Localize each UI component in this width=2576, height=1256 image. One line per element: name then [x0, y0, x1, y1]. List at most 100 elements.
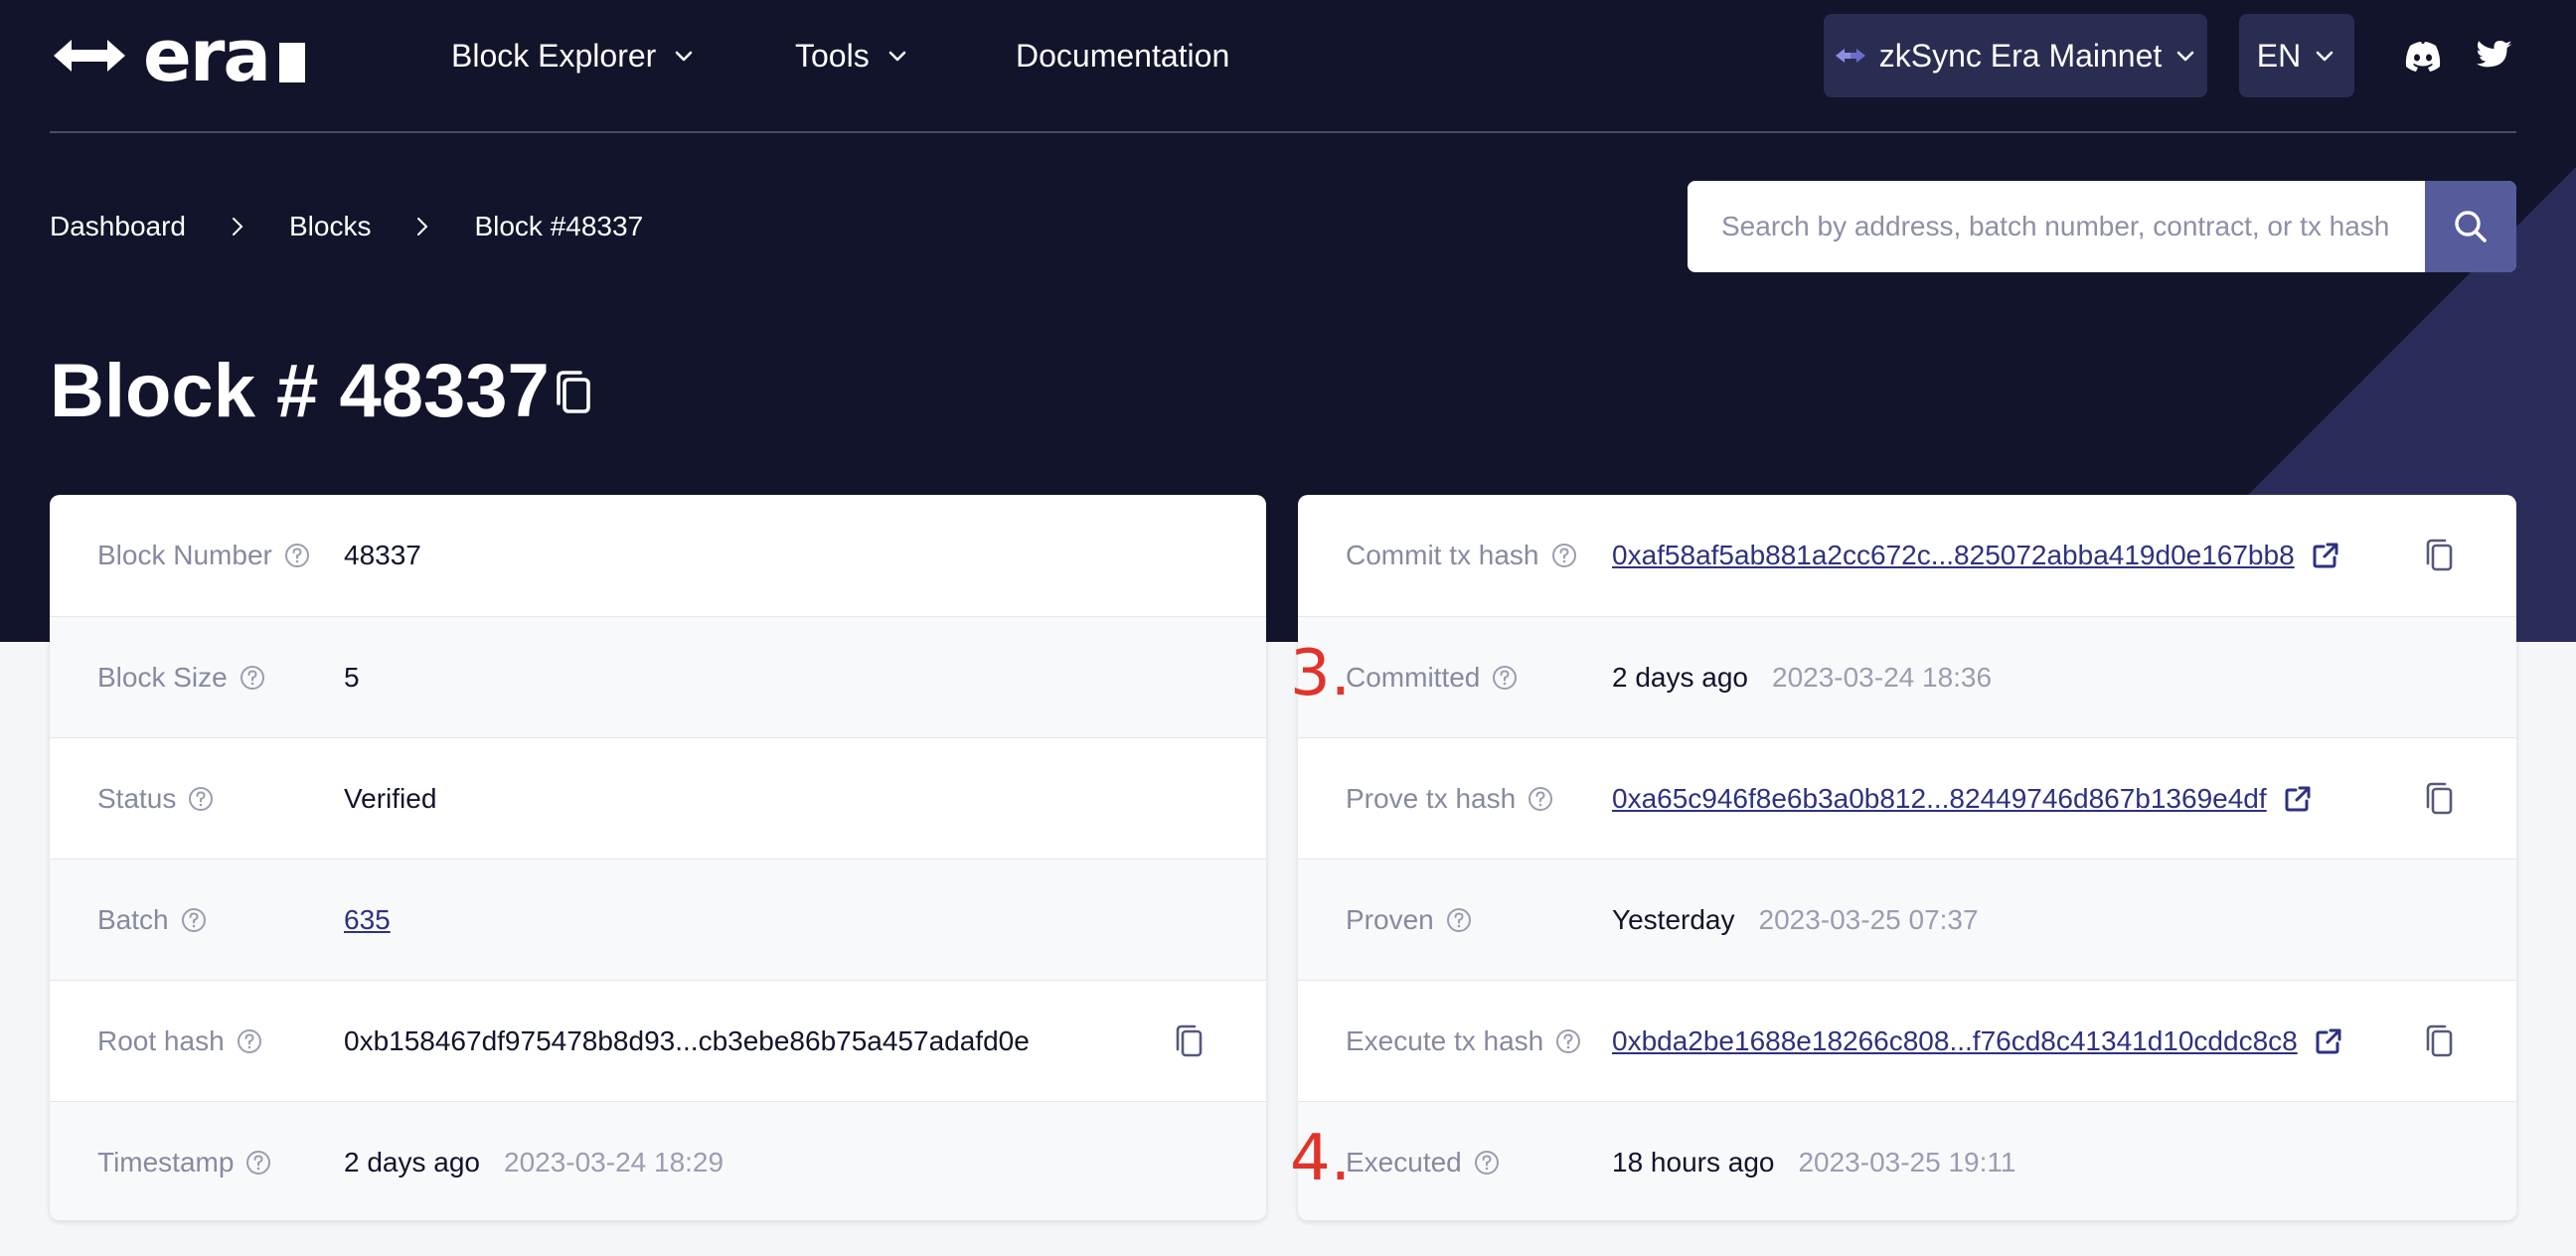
info-row-committed: Committed 2 days ago 2023-03-24 18:36: [1298, 616, 2516, 737]
copy-icon[interactable]: [1173, 1022, 1207, 1060]
row-label: Committed: [1346, 662, 1518, 694]
commit-tx-hash-link[interactable]: 0xaf58af5ab881a2cc672c...825072abba419d0…: [1612, 540, 2295, 571]
copy-icon[interactable]: [2423, 780, 2457, 818]
chevron-down-icon: [888, 51, 906, 62]
discord-icon[interactable]: [2401, 34, 2445, 78]
nav-block-explorer-label: Block Explorer: [451, 37, 657, 74]
info-row-block-number: Block Number 48337: [50, 495, 1266, 616]
executed-relative: 18 hours ago: [1612, 1146, 1775, 1178]
block-number-value: 48337: [344, 540, 421, 570]
batch-link[interactable]: 635: [344, 904, 391, 936]
copy-icon[interactable]: [2423, 537, 2457, 574]
block-info-card: Block Number 48337 Block Size 5 Status V…: [50, 495, 1266, 1220]
row-value: 2 days ago 2023-03-24 18:29: [344, 1147, 724, 1178]
search-bar: [1688, 181, 2516, 272]
breadcrumb-current-block: Block #48337: [474, 211, 644, 241]
row-value: 0xbda2be1688e18266c808...f76cd8c41341d10…: [1612, 1025, 2343, 1057]
info-row-status: Status Verified: [50, 737, 1266, 859]
timestamp-relative: 2 days ago: [344, 1146, 480, 1178]
chevron-down-icon: [675, 51, 693, 62]
help-icon[interactable]: [245, 1150, 271, 1176]
search-input[interactable]: [1688, 181, 2425, 272]
label-text: Batch: [97, 903, 169, 935]
search-button[interactable]: [2425, 181, 2516, 272]
external-link-icon[interactable]: [2311, 541, 2340, 570]
row-label: Prove tx hash: [1346, 783, 1553, 815]
row-value: 18 hours ago 2023-03-25 19:11: [1612, 1147, 2015, 1178]
breadcrumb-dashboard[interactable]: Dashboard: [50, 211, 186, 242]
twitter-icon[interactable]: [2473, 34, 2516, 78]
nav-tools-label: Tools: [795, 37, 870, 74]
execute-tx-hash-link[interactable]: 0xbda2be1688e18266c808...f76cd8c41341d10…: [1612, 1025, 2298, 1057]
nav-divider: [50, 131, 2516, 133]
prove-tx-hash-link[interactable]: 0xa65c946f8e6b3a0b812...82449746d867b136…: [1612, 783, 2267, 815]
row-label: Executed: [1346, 1147, 1500, 1178]
row-label: Root hash: [97, 1025, 262, 1057]
info-row-proven: Proven Yesterday 2023-03-25 07:37: [1298, 859, 2516, 980]
help-icon[interactable]: [1528, 786, 1553, 812]
network-selector[interactable]: zkSync Era Mainnet: [1824, 14, 2207, 97]
help-icon[interactable]: [1551, 543, 1577, 568]
help-icon[interactable]: [284, 543, 310, 568]
help-icon[interactable]: [1446, 907, 1472, 933]
chevron-down-icon: [2316, 51, 2334, 62]
help-icon[interactable]: [188, 786, 214, 812]
external-link-icon[interactable]: [2314, 1026, 2343, 1056]
info-row-execute-tx-hash: Execute tx hash 0xbda2be1688e18266c808..…: [1298, 980, 2516, 1101]
chevron-down-icon: [2176, 51, 2194, 62]
row-label: Block Number: [97, 540, 310, 571]
search-icon: [2455, 211, 2487, 242]
label-text: Executed: [1346, 1146, 1462, 1178]
zksync-network-icon: [1835, 49, 1865, 63]
row-value: 48337: [344, 540, 421, 571]
label-text: Status: [97, 782, 177, 814]
logo-block-mark: [278, 43, 305, 82]
breadcrumb-blocks[interactable]: Blocks: [289, 211, 371, 242]
language-selector-label: EN: [2256, 37, 2302, 74]
era-logo[interactable]: era: [50, 14, 348, 97]
row-value: 2 days ago 2023-03-24 18:36: [1612, 662, 1992, 694]
help-icon[interactable]: [181, 907, 207, 933]
label-text: Block Number: [97, 540, 272, 570]
copy-icon[interactable]: [2423, 1022, 2457, 1060]
label-text: Proven: [1346, 903, 1434, 935]
info-row-root-hash: Root hash 0xb158467df975478b8d93...cb3eb…: [50, 980, 1266, 1101]
executed-absolute: 2023-03-25 19:11: [1798, 1146, 2016, 1178]
arrows-logo-icon: [54, 40, 125, 72]
external-link-icon[interactable]: [2283, 784, 2313, 814]
help-icon[interactable]: [240, 665, 265, 691]
nav-documentation[interactable]: Documentation: [1016, 30, 1229, 81]
row-value: 0xa65c946f8e6b3a0b812...82449746d867b136…: [1612, 783, 2313, 815]
info-row-block-size: Block Size 5: [50, 616, 1266, 737]
row-value: 0xb158467df975478b8d93...cb3ebe86b75a457…: [344, 1025, 1030, 1057]
row-value: 0xaf58af5ab881a2cc672c...825072abba419d0…: [1612, 540, 2340, 571]
logo-wordmark: era: [143, 14, 271, 97]
help-icon[interactable]: [237, 1028, 262, 1054]
page-title: Block # 48337: [50, 349, 550, 433]
info-row-timestamp: Timestamp 2 days ago 2023-03-24 18:29: [50, 1101, 1266, 1220]
proven-relative: Yesterday: [1612, 903, 1735, 935]
timestamp-absolute: 2023-03-24 18:29: [504, 1146, 724, 1178]
row-label: Commit tx hash: [1346, 540, 1577, 571]
label-text: Execute tx hash: [1346, 1024, 1544, 1056]
help-icon[interactable]: [1492, 665, 1518, 691]
nav-documentation-label: Documentation: [1016, 37, 1230, 74]
chevron-right-icon: [232, 218, 243, 236]
row-label: Batch: [97, 904, 207, 936]
label-text: Commit tx hash: [1346, 540, 1539, 570]
proven-absolute: 2023-03-25 07:37: [1758, 903, 1979, 935]
info-row-executed: Executed 18 hours ago 2023-03-25 19:11: [1298, 1101, 2516, 1220]
label-text: Committed: [1346, 661, 1481, 693]
nav-tools[interactable]: Tools: [795, 30, 909, 81]
copy-icon[interactable]: [551, 368, 596, 417]
nav-block-explorer[interactable]: Block Explorer: [451, 30, 696, 81]
help-icon[interactable]: [1555, 1028, 1581, 1054]
row-label: Block Size: [97, 662, 265, 694]
info-row-batch: Batch 635: [50, 859, 1266, 980]
language-selector[interactable]: EN: [2239, 14, 2354, 97]
root-hash-value: 0xb158467df975478b8d93...cb3ebe86b75a457…: [344, 1024, 1030, 1056]
help-icon[interactable]: [1474, 1150, 1500, 1176]
step-marker-3: 3.: [1290, 637, 1352, 710]
batch-status-card: Commit tx hash 0xaf58af5ab881a2cc672c...…: [1298, 495, 2516, 1220]
label-text: Block Size: [97, 661, 228, 693]
